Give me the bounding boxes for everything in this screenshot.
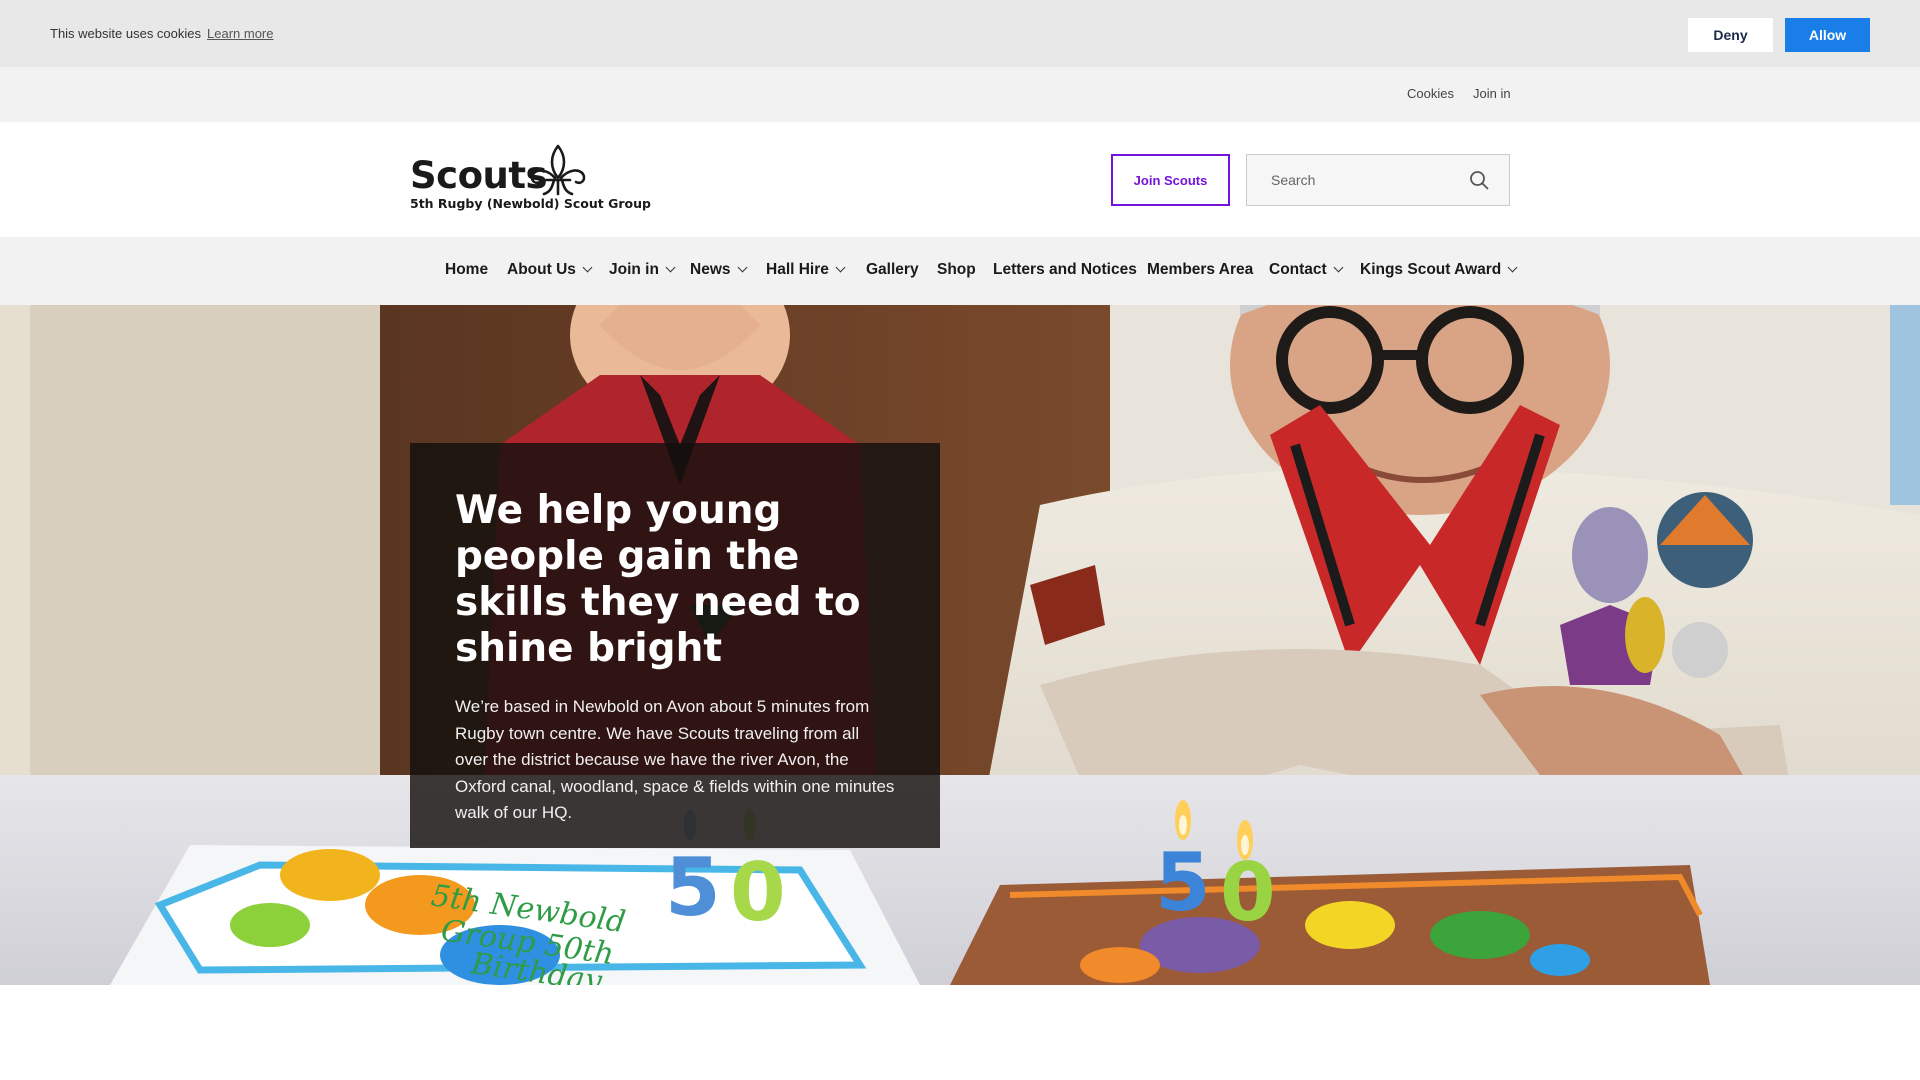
nav-item-label: News <box>690 261 731 278</box>
svg-text:5: 5 <box>1155 836 1211 929</box>
site-header: Scouts 5th Rugby (Newbold) Scout Group J… <box>0 122 1920 237</box>
cookie-message-text: This website uses cookies <box>50 26 202 41</box>
hero-description: We’re based in Newbold on Avon about 5 m… <box>455 697 895 822</box>
nav-item-join-in[interactable]: Join in <box>609 261 676 279</box>
chevron-down-icon <box>582 262 593 273</box>
nav-item-about-us[interactable]: About Us <box>507 261 593 279</box>
nav-item-news[interactable]: News <box>690 261 747 279</box>
utility-link-cookies[interactable]: Cookies <box>1407 86 1454 101</box>
nav-item-label: Letters and Notices <box>993 261 1137 278</box>
group-name: 5th Rugby (Newbold) Scout Group <box>410 196 651 211</box>
nav-item-label: Join in <box>609 261 659 278</box>
svg-text:5: 5 <box>665 841 721 934</box>
cookie-banner: This website uses cookies Learn more Deny… <box>0 0 1920 67</box>
nav-item-shop[interactable]: Shop <box>937 261 976 279</box>
hero-card: We help young people gain the skills the… <box>410 443 940 848</box>
chevron-down-icon <box>835 262 846 273</box>
join-scouts-button[interactable]: Join Scouts <box>1111 154 1230 206</box>
hero-photo: 5th Newbold Group 50th Birthday 5 0 5 0 <box>0 305 1920 985</box>
search-input[interactable] <box>1247 155 1467 205</box>
svg-text:0: 0 <box>730 846 786 939</box>
svg-text:0: 0 <box>1220 846 1276 939</box>
nav-item-kings-scout-award[interactable]: Kings Scout Award <box>1360 261 1518 279</box>
nav-item-label: Gallery <box>866 261 919 278</box>
fleur-de-lis-icon <box>530 144 586 196</box>
utility-bar: Cookies Join in <box>0 67 1920 122</box>
cookie-message: This website uses cookies Learn more <box>50 26 274 41</box>
main-navigation: Home About Us Join in News Hall Hire Gal… <box>0 237 1920 305</box>
nav-item-label: Hall Hire <box>766 261 829 278</box>
chevron-down-icon <box>665 262 676 273</box>
nav-item-gallery[interactable]: Gallery <box>866 261 919 279</box>
chevron-down-icon <box>1507 262 1518 273</box>
learn-more-link[interactable]: Learn more <box>207 26 273 41</box>
allow-cookies-button[interactable]: Allow <box>1785 18 1870 52</box>
hero-banner: 5th Newbold Group 50th Birthday 5 0 5 0 … <box>0 305 1920 985</box>
site-logo[interactable]: Scouts 5th Rugby (Newbold) Scout Group <box>410 144 651 219</box>
nav-item-label: About Us <box>507 261 576 278</box>
nav-item-label: Contact <box>1269 261 1327 278</box>
nav-item-label: Home <box>445 261 489 278</box>
nav-item-letters-and-notices[interactable]: Letters and Notices <box>993 261 1137 279</box>
nav-item-home[interactable]: Home <box>445 261 488 279</box>
search-box <box>1246 154 1510 206</box>
logo-wordmark: Scouts <box>410 154 548 197</box>
nav-item-label: Members Area <box>1147 261 1254 278</box>
hero-heading: We help young people gain the skills the… <box>455 488 861 671</box>
search-icon[interactable] <box>1469 170 1489 190</box>
nav-item-contact[interactable]: Contact <box>1269 261 1344 279</box>
chevron-down-icon <box>737 262 747 273</box>
nav-item-label: Kings Scout Award <box>1360 261 1502 278</box>
chevron-down-icon <box>1333 262 1344 273</box>
nav-item-hall-hire[interactable]: Hall Hire <box>766 261 846 279</box>
nav-item-label: Shop <box>937 261 976 278</box>
nav-item-members-area[interactable]: Members Area <box>1147 261 1253 279</box>
deny-cookies-button[interactable]: Deny <box>1688 18 1773 52</box>
utility-link-join-in[interactable]: Join in <box>1473 86 1511 101</box>
